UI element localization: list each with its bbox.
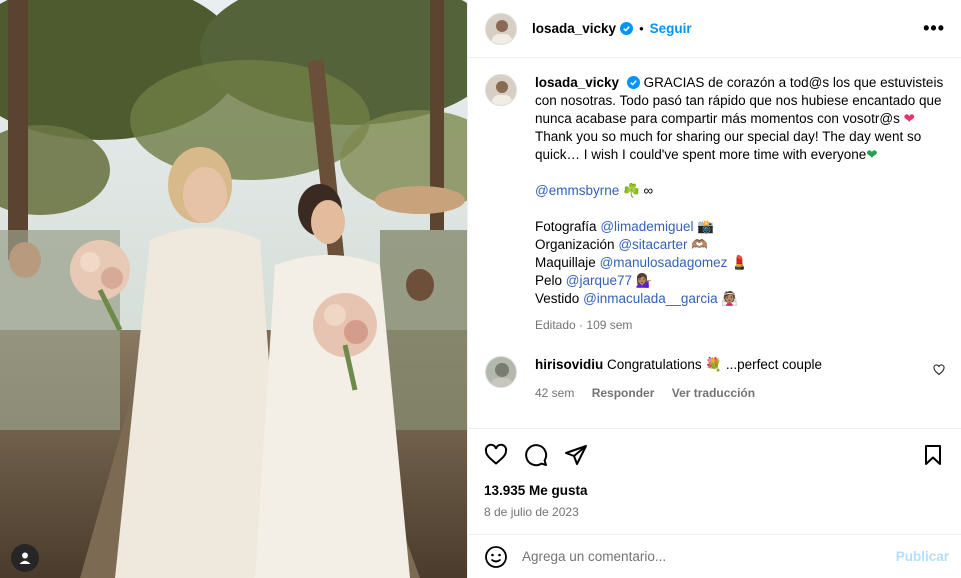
post-photo[interactable] bbox=[0, 0, 467, 578]
tagged-user-icon[interactable] bbox=[11, 544, 39, 572]
credit-line: Fotografía @limademiguel 📸 bbox=[535, 218, 945, 236]
comment-input[interactable] bbox=[522, 549, 896, 564]
comment-composer: Publicar bbox=[468, 534, 961, 578]
credit-handle-link[interactable]: @inmaculada__garcia bbox=[583, 291, 718, 306]
credit-line: Maquillaje @manulosadagomez 💄 bbox=[535, 254, 945, 272]
like-heart-icon[interactable] bbox=[484, 443, 508, 467]
credit-emoji: 💄 bbox=[731, 255, 748, 270]
post-actions-area: 13.935 Me gusta 8 de julio de 2023 bbox=[468, 428, 961, 519]
caption-username[interactable]: losada_vicky bbox=[535, 75, 619, 90]
author-username[interactable]: losada_vicky bbox=[532, 21, 616, 36]
credit-label: Pelo bbox=[535, 273, 563, 288]
post-header: losada_vicky • Seguir ••• bbox=[468, 0, 961, 58]
wedding-photo-illustration bbox=[0, 0, 467, 578]
caption-avatar[interactable] bbox=[485, 74, 517, 106]
credit-emoji: 🫶🏽 bbox=[691, 237, 709, 252]
mention-link[interactable]: @emmsbyrne bbox=[535, 183, 619, 198]
caption-english: Thank you so much for sharing our specia… bbox=[535, 129, 922, 162]
post-date[interactable]: 8 de julio de 2023 bbox=[484, 505, 945, 519]
comment-bubble-icon[interactable] bbox=[524, 443, 548, 467]
save-bookmark-icon[interactable] bbox=[921, 443, 945, 467]
publish-button[interactable]: Publicar bbox=[896, 549, 949, 564]
mention-emoji: ☘️ ∞ bbox=[623, 183, 654, 198]
credit-emoji: 💁🏽‍♀️ bbox=[635, 273, 653, 288]
credit-label: Organización bbox=[535, 237, 615, 252]
credit-handle-link[interactable]: @limademiguel bbox=[600, 219, 693, 234]
more-options-icon[interactable]: ••• bbox=[923, 18, 945, 39]
translate-button[interactable]: Ver traducción bbox=[672, 386, 755, 400]
post-caption: losada_vicky GRACIAS de corazón a tod@s … bbox=[485, 74, 945, 334]
credit-handle-link[interactable]: @jarque77 bbox=[566, 273, 632, 288]
green-heart-emoji: ❤ bbox=[866, 147, 878, 162]
author-avatar[interactable] bbox=[485, 12, 517, 45]
post-side-panel: losada_vicky • Seguir ••• losada_vicky G… bbox=[467, 0, 961, 578]
edited-label: Editado bbox=[535, 318, 576, 332]
commenter-username[interactable]: hirisovidiu bbox=[535, 357, 603, 372]
caption-text: losada_vicky GRACIAS de corazón a tod@s … bbox=[535, 74, 945, 334]
credit-emoji: 📸 bbox=[697, 219, 715, 234]
credit-line: Pelo @jarque77 💁🏽‍♀️ bbox=[535, 272, 945, 290]
comment-text: Congratulations 💐 ...perfect couple bbox=[607, 357, 822, 372]
share-paper-plane-icon[interactable] bbox=[564, 443, 588, 467]
caption-meta: Editado · 109 sem bbox=[535, 316, 945, 334]
comment-item: hirisovidiu Congratulations 💐 ...perfect… bbox=[485, 356, 945, 402]
credit-emoji: 👰🏽 bbox=[721, 291, 739, 306]
separator-dot: • bbox=[639, 21, 644, 36]
comment-age[interactable]: 42 sem bbox=[535, 386, 574, 400]
comment-like-heart-icon[interactable] bbox=[933, 364, 945, 376]
follow-button[interactable]: Seguir bbox=[650, 21, 692, 36]
emoji-smiley-icon[interactable] bbox=[484, 545, 508, 569]
commenter-avatar[interactable] bbox=[485, 356, 517, 388]
likes-count[interactable]: 13.935 Me gusta bbox=[484, 483, 945, 498]
verified-badge-icon bbox=[620, 22, 634, 35]
credit-label: Vestido bbox=[535, 291, 580, 306]
meta-separator: · bbox=[579, 318, 584, 332]
person-icon bbox=[19, 552, 31, 564]
comment-meta: 42 sem Responder Ver traducción bbox=[535, 384, 822, 402]
verified-badge-icon bbox=[626, 76, 640, 89]
action-bar bbox=[484, 429, 945, 481]
credit-label: Fotografía bbox=[535, 219, 597, 234]
reply-button[interactable]: Responder bbox=[592, 386, 655, 400]
credit-line: Vestido @inmaculada__garcia 👰🏽 bbox=[535, 290, 945, 308]
credit-line: Organización @sitacarter 🫶🏽 bbox=[535, 236, 945, 254]
pink-heart-emoji: ❤ bbox=[903, 111, 915, 126]
credit-handle-link[interactable]: @manulosadagomez bbox=[600, 255, 728, 270]
caption-age[interactable]: 109 sem bbox=[586, 318, 632, 332]
credit-label: Maquillaje bbox=[535, 255, 596, 270]
comments-scroll-area[interactable]: losada_vicky GRACIAS de corazón a tod@s … bbox=[468, 58, 961, 428]
credit-handle-link[interactable]: @sitacarter bbox=[618, 237, 687, 252]
